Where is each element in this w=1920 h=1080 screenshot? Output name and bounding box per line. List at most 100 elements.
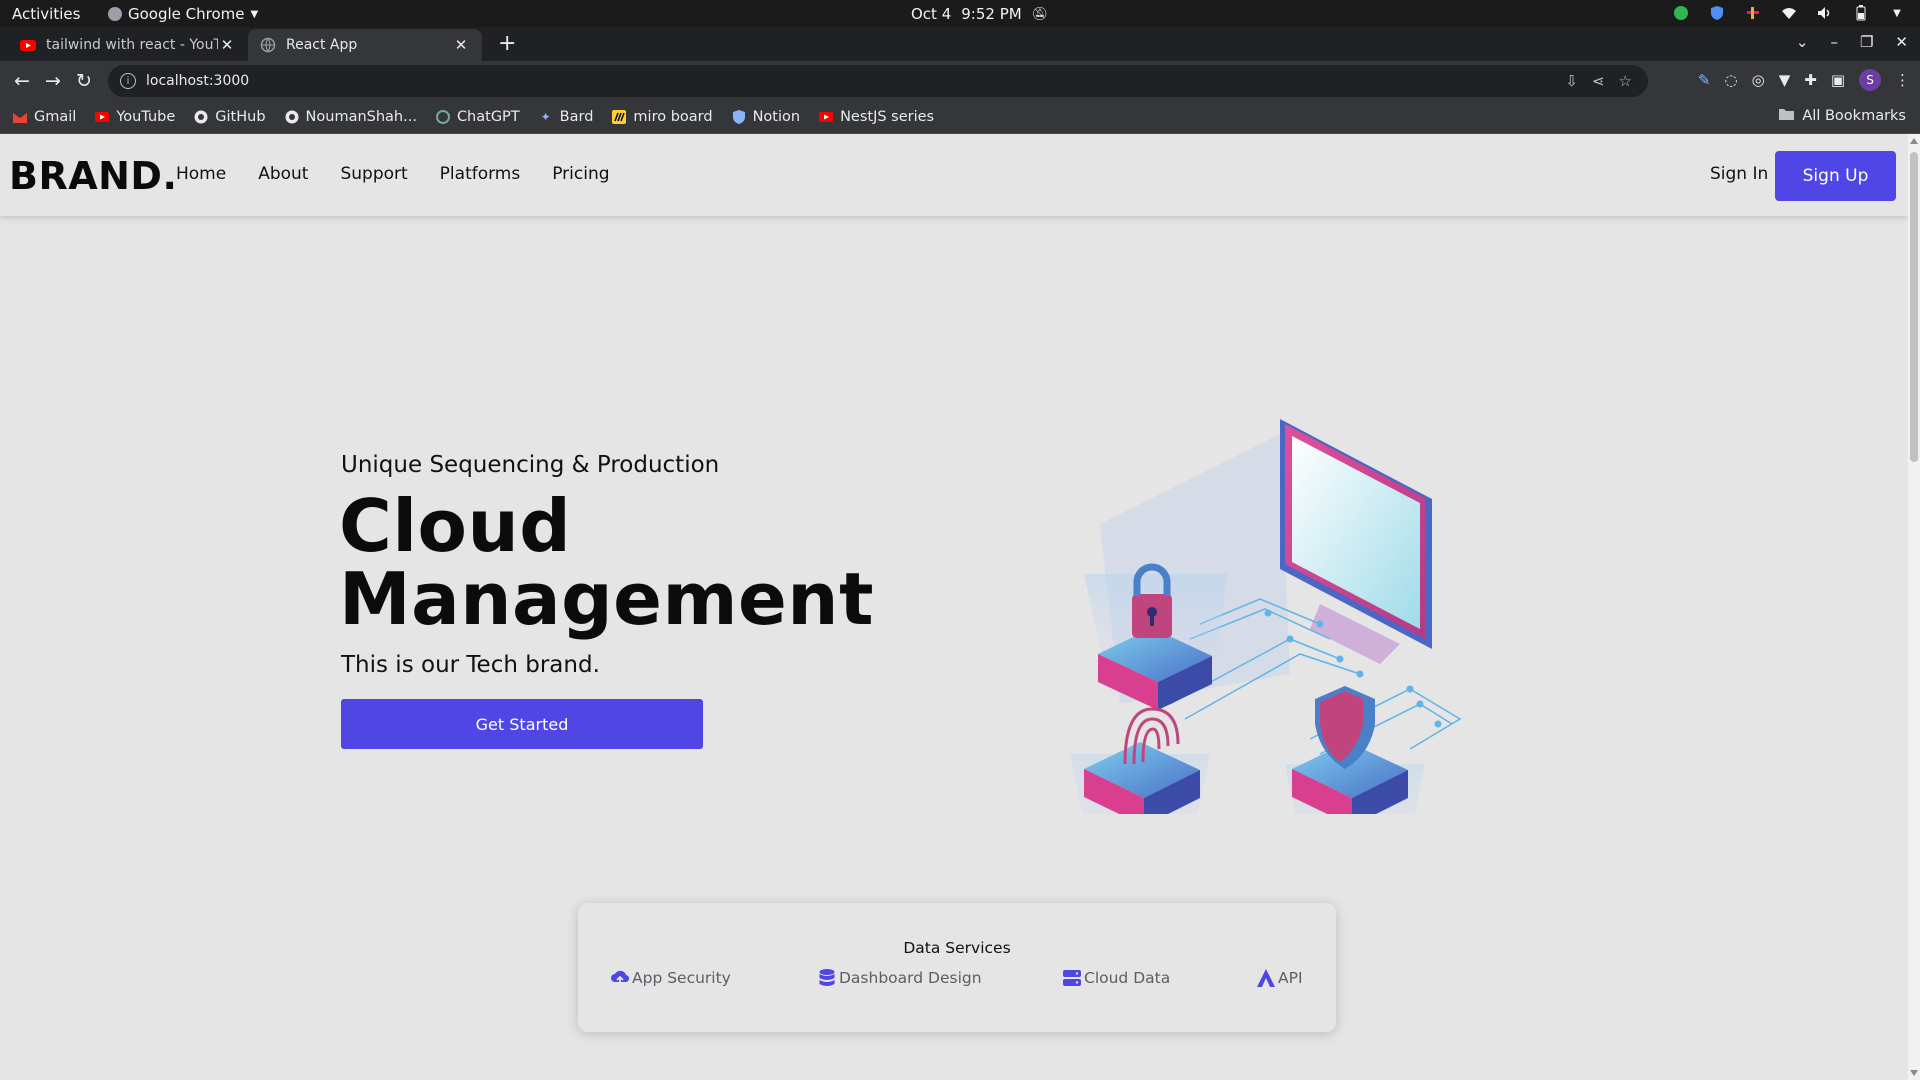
nav-platforms[interactable]: Platforms xyxy=(440,164,521,184)
battery-icon[interactable] xyxy=(1852,4,1870,22)
page-scrollbar[interactable] xyxy=(1908,134,1920,1080)
time: 9:52 PM xyxy=(961,5,1022,23)
puzzle-icon[interactable]: ✚ xyxy=(1804,71,1817,89)
brand-logo[interactable]: BRAND. xyxy=(9,154,177,198)
site-navbar: BRAND. Home About Support Platforms Pric… xyxy=(0,134,1908,216)
shield-icon xyxy=(731,109,747,125)
install-icon[interactable]: ⇩ xyxy=(1565,72,1578,90)
hero-title-line: Cloud xyxy=(339,484,572,568)
tab-title: React App xyxy=(286,37,358,53)
info-icon[interactable]: i xyxy=(120,73,136,89)
nav-support[interactable]: Support xyxy=(340,164,407,184)
activities-button[interactable]: Activities xyxy=(12,5,80,23)
service-dashboard-design[interactable]: Dashboard Design xyxy=(817,968,982,988)
extension-icon[interactable]: ✎ xyxy=(1698,71,1711,89)
scroll-down-icon[interactable] xyxy=(1910,1070,1918,1076)
bookmark-notion[interactable]: Notion xyxy=(731,109,800,125)
bookmark-miro[interactable]: miro board xyxy=(611,109,713,125)
forward-icon[interactable]: → xyxy=(45,70,61,92)
miro-icon xyxy=(611,109,627,125)
tab-title: tailwind with react - YouTube xyxy=(46,37,218,53)
shield-pedestal xyxy=(1292,686,1408,814)
nav-pricing[interactable]: Pricing xyxy=(552,164,609,184)
hero-title-line: Management xyxy=(339,557,874,641)
menu-icon[interactable]: ⋮ xyxy=(1895,71,1910,89)
nav-home[interactable]: Home xyxy=(176,164,226,184)
service-cloud-data[interactable]: Cloud Data xyxy=(1062,968,1170,988)
bookmark-noumanshah[interactable]: NoumanShah... xyxy=(284,109,417,125)
chatgpt-icon xyxy=(435,109,451,125)
tab-youtube[interactable]: tailwind with react - YouTube ✕ xyxy=(8,29,248,61)
sign-in-button[interactable]: Sign In xyxy=(1710,164,1768,184)
bookmark-bard[interactable]: ✦ Bard xyxy=(538,109,594,125)
vue-devtools-icon[interactable]: ▼ xyxy=(1779,71,1791,89)
youtube-icon xyxy=(818,109,834,125)
new-tab-button[interactable]: + xyxy=(498,31,516,56)
github-icon xyxy=(284,109,300,125)
app-menu[interactable]: Google Chrome ▼ xyxy=(108,5,258,23)
power-menu-icon[interactable]: ▼ xyxy=(1888,4,1906,22)
service-api[interactable]: API xyxy=(1256,968,1303,988)
gmail-icon xyxy=(12,109,28,125)
database-icon xyxy=(817,968,837,988)
star-icon[interactable]: ☆ xyxy=(1619,72,1632,90)
tab-react-app[interactable]: React App ✕ xyxy=(248,29,482,61)
get-started-button[interactable]: Get Started xyxy=(341,699,703,749)
clock[interactable]: Oct 4 9:52 PM 🔕︎ xyxy=(911,5,1048,23)
recycle-icon[interactable] xyxy=(1672,4,1690,22)
bookmark-github[interactable]: GitHub xyxy=(193,109,266,125)
extension-icon[interactable]: ◌ xyxy=(1725,71,1738,89)
hero-title: Cloud Management xyxy=(339,490,874,636)
nav-about[interactable]: About xyxy=(258,164,308,184)
tab-strip: tailwind with react - YouTube ✕ React Ap… xyxy=(0,27,1920,61)
address-bar[interactable]: i localhost:3000 ⇩ ⋖ ☆ xyxy=(108,65,1648,97)
app-name: Google Chrome xyxy=(128,5,245,23)
bookmark-youtube[interactable]: YouTube xyxy=(94,109,175,125)
extension-icon[interactable]: ◎ xyxy=(1752,71,1765,89)
bookmark-gmail[interactable]: Gmail xyxy=(12,109,76,125)
bell-off-icon: 🔕︎ xyxy=(1031,6,1049,22)
close-icon[interactable]: ✕ xyxy=(452,36,470,54)
reload-icon[interactable]: ↻ xyxy=(76,70,92,92)
shield-icon[interactable] xyxy=(1708,4,1726,22)
youtube-icon xyxy=(94,109,110,125)
server-icon xyxy=(1062,968,1082,988)
bookmark-nestjs[interactable]: NestJS series xyxy=(818,109,934,125)
bard-icon: ✦ xyxy=(540,110,551,124)
date: Oct 4 xyxy=(911,5,952,23)
github-icon xyxy=(193,109,209,125)
all-bookmarks[interactable]: All Bookmarks xyxy=(1779,108,1906,124)
data-services-card: Data Services App Security Dashboard Des… xyxy=(578,903,1336,1032)
profile-avatar[interactable]: S xyxy=(1859,69,1881,91)
back-icon[interactable]: ← xyxy=(14,70,30,92)
main-menu: Home About Support Platforms Pricing xyxy=(176,164,610,184)
page-viewport: BRAND. Home About Support Platforms Pric… xyxy=(0,134,1908,1080)
scrollbar-thumb[interactable] xyxy=(1910,152,1918,462)
minimize-icon[interactable]: – xyxy=(1830,33,1838,51)
service-app-security[interactable]: App Security xyxy=(610,968,731,988)
restore-icon[interactable]: ❐ xyxy=(1860,33,1873,51)
services-heading: Data Services xyxy=(903,939,1011,957)
hero-subtitle: This is our Tech brand. xyxy=(341,652,600,678)
url-text[interactable]: localhost:3000 xyxy=(146,73,249,89)
volume-icon[interactable] xyxy=(1816,4,1834,22)
omnibox-actions: ⇩ ⋖ ☆ xyxy=(1565,65,1632,97)
share-icon[interactable]: ⋖ xyxy=(1592,72,1605,90)
close-icon[interactable]: ✕ xyxy=(218,36,236,54)
youtube-icon xyxy=(20,37,36,53)
close-window-icon[interactable]: ✕ xyxy=(1895,33,1908,51)
extensions-area: ✎ ◌ ◎ ▼ ✚ ▣ S ⋮ xyxy=(1698,69,1910,91)
side-panel-icon[interactable]: ▣ xyxy=(1831,71,1845,89)
tab-search-icon[interactable]: ⌄ xyxy=(1796,33,1809,51)
slack-icon[interactable] xyxy=(1744,4,1762,22)
sign-up-button[interactable]: Sign Up xyxy=(1775,151,1896,201)
api-icon xyxy=(1256,968,1276,988)
hero-kicker: Unique Sequencing & Production xyxy=(341,452,720,478)
chevron-down-icon: ▼ xyxy=(250,8,259,20)
bookmark-chatgpt[interactable]: ChatGPT xyxy=(435,109,520,125)
os-top-bar: Activities Google Chrome ▼ Oct 4 9:52 PM… xyxy=(0,0,1920,27)
wifi-icon[interactable] xyxy=(1780,4,1798,22)
scroll-up-icon[interactable] xyxy=(1910,138,1918,144)
system-tray[interactable]: ▼ xyxy=(1672,4,1906,22)
browser-toolbar: ← → ↻ i localhost:3000 ⇩ ⋖ ☆ ✎ ◌ ◎ ▼ ✚ ▣… xyxy=(0,61,1920,101)
